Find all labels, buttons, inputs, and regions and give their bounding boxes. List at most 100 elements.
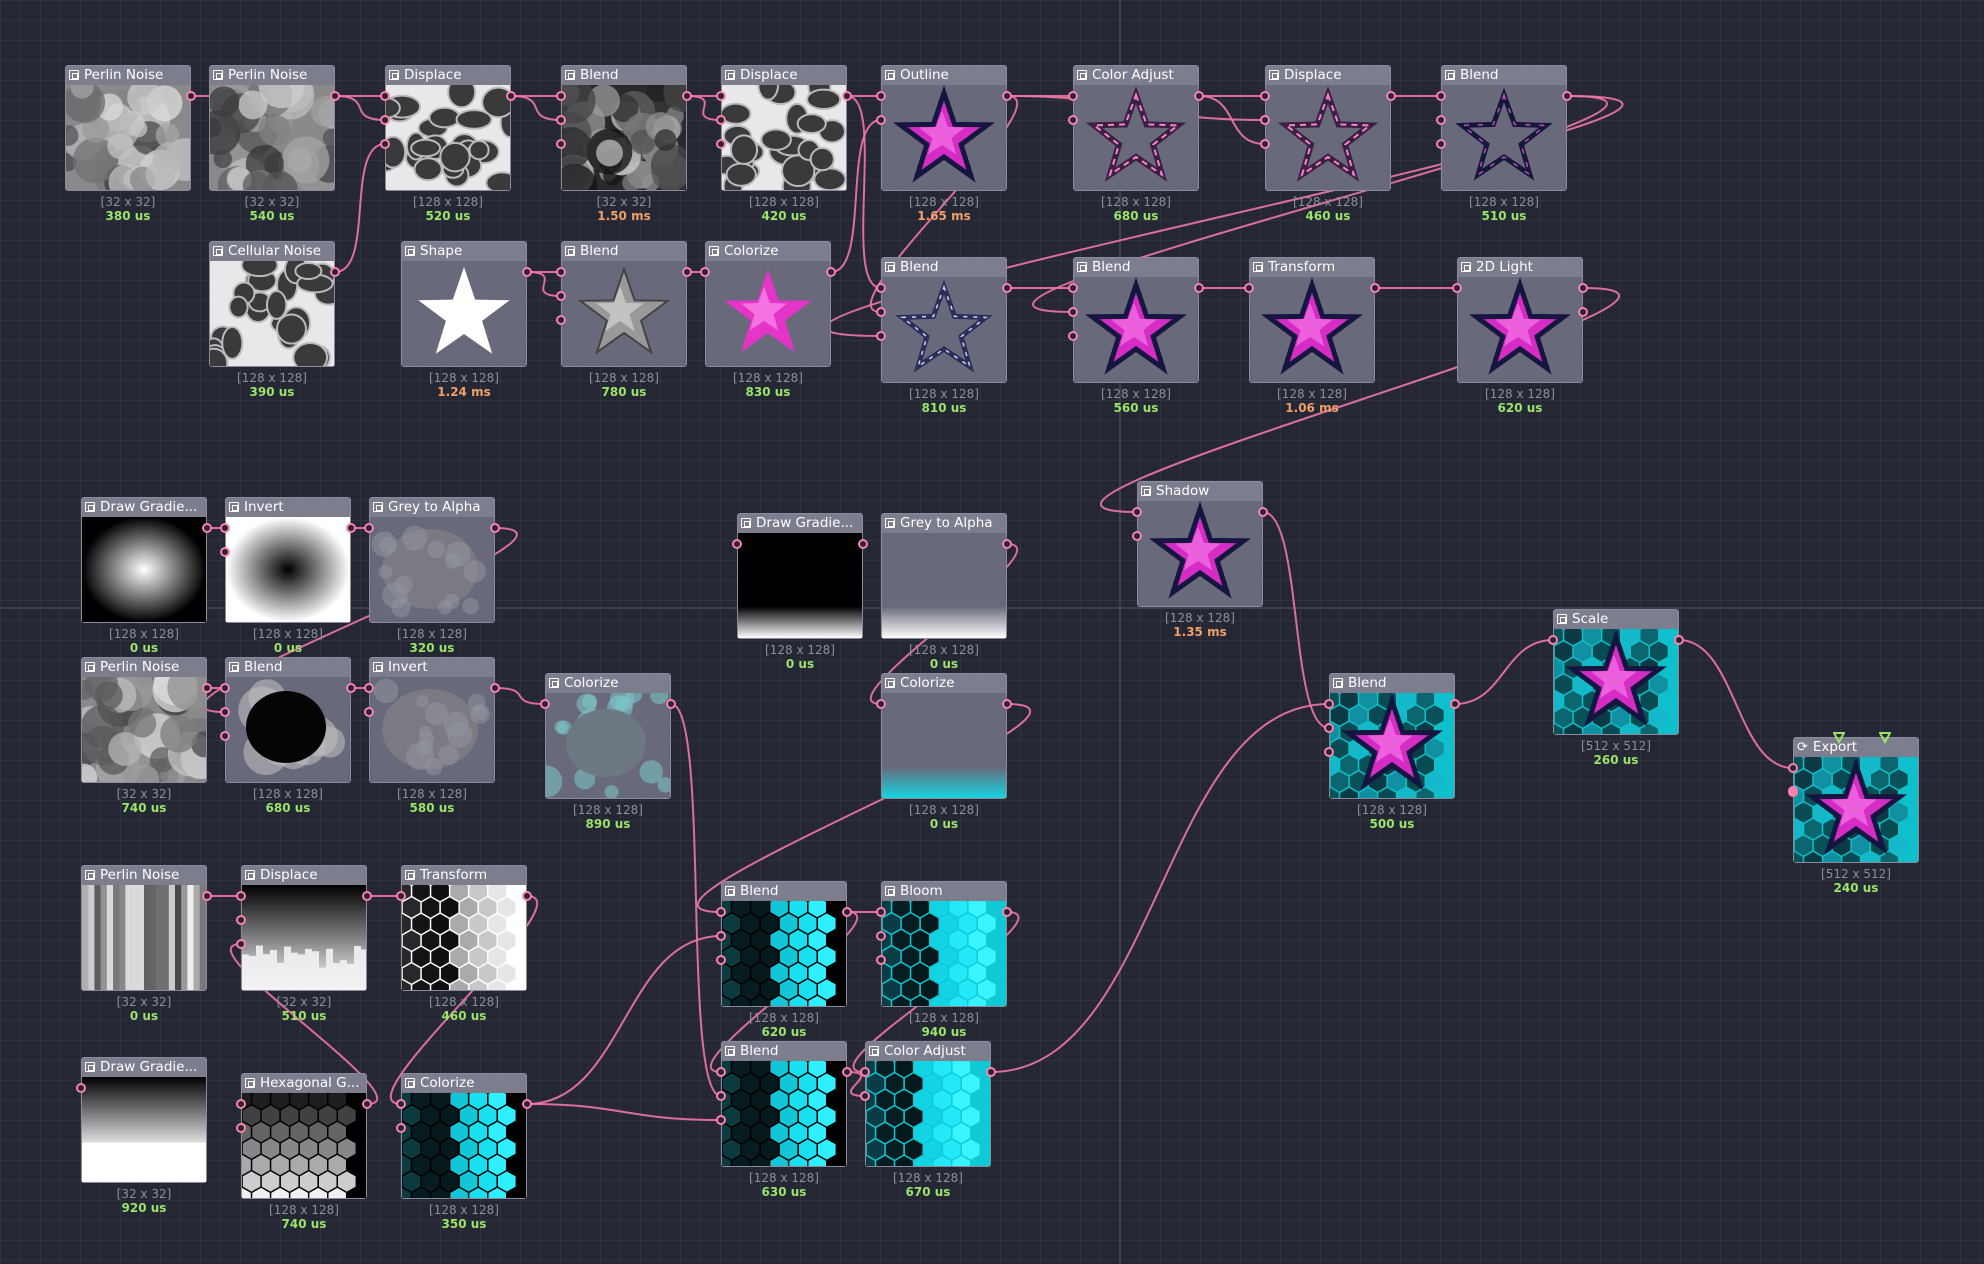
in-port[interactable]	[716, 907, 726, 917]
node-draw-gradient-2[interactable]: Draw Gradie...	[737, 513, 863, 639]
node-header[interactable]: Colorize	[882, 674, 1006, 693]
in-port[interactable]	[1788, 763, 1798, 773]
in-port[interactable]	[1068, 307, 1078, 317]
node-shape[interactable]: Shape	[401, 241, 527, 367]
export-flag-icon[interactable]	[1832, 729, 1846, 745]
out-port[interactable]	[1450, 699, 1460, 709]
out-port[interactable]	[362, 1099, 372, 1109]
out-port[interactable]	[986, 1067, 996, 1077]
in-port[interactable]	[716, 91, 726, 101]
in-port[interactable]	[876, 115, 886, 125]
node-blend-1[interactable]: Blend	[548, 65, 704, 210]
node-grey-to-alpha-2[interactable]: Grey to Alpha	[881, 513, 1007, 639]
node-header[interactable]: Hexagonal G...	[242, 1074, 366, 1093]
node-header[interactable]: Displace	[242, 866, 366, 885]
node-header[interactable]: Perlin Noise	[82, 866, 206, 885]
node-header[interactable]: 2D Light	[1458, 258, 1582, 277]
in-port[interactable]	[1260, 91, 1270, 101]
node-blend-6[interactable]: Blend	[225, 657, 351, 783]
out-port[interactable]	[1674, 635, 1684, 645]
node-header[interactable]: Invert	[370, 658, 494, 677]
node-outline[interactable]: Outline	[881, 65, 1007, 191]
out-port[interactable]	[842, 907, 852, 917]
out-port[interactable]	[330, 267, 340, 277]
in-port[interactable]	[876, 331, 886, 341]
in-port[interactable]	[1324, 699, 1334, 709]
node-header[interactable]: Displace	[386, 66, 510, 85]
in-port[interactable]	[396, 1099, 406, 1109]
in-port[interactable]	[1324, 747, 1334, 757]
in-port[interactable]	[380, 91, 390, 101]
in-port[interactable]	[716, 931, 726, 941]
node-header[interactable]: Perlin Noise	[210, 66, 334, 85]
in-port[interactable]	[1260, 139, 1270, 149]
in-port[interactable]	[1436, 91, 1446, 101]
node-perlin-noise-3[interactable]: Perlin Noise	[65, 657, 224, 794]
in-port[interactable]	[876, 907, 886, 917]
node-header[interactable]: Blend	[882, 258, 1006, 277]
in-port[interactable]	[716, 1067, 726, 1077]
out-port[interactable]	[842, 91, 852, 101]
in-port[interactable]	[76, 1083, 86, 1093]
node-header[interactable]: Shadow	[1138, 482, 1262, 501]
in-port[interactable]	[716, 955, 726, 965]
node-displace-1[interactable]: Displace	[371, 65, 521, 195]
in-port[interactable]	[364, 683, 374, 693]
node-blend-9[interactable]: Blend	[1321, 673, 1455, 809]
in-port[interactable]	[236, 1099, 246, 1109]
in-port[interactable]	[1068, 115, 1078, 125]
node-header[interactable]: Colorize	[706, 242, 830, 261]
node-blend-7[interactable]: Blend	[713, 881, 847, 1017]
out-port[interactable]	[1002, 539, 1012, 549]
in-port[interactable]	[396, 891, 406, 901]
node-draw-gradient-3[interactable]: Draw Gradie...	[81, 1057, 207, 1183]
in-port[interactable]	[716, 1091, 726, 1101]
node-header[interactable]: Grey to Alpha	[882, 514, 1006, 533]
node-header[interactable]: Grey to Alpha	[370, 498, 494, 517]
out-port[interactable]	[1578, 307, 1588, 317]
out-port[interactable]	[842, 1067, 852, 1077]
node-header[interactable]: Colorize	[402, 1074, 526, 1093]
in-port[interactable]	[220, 523, 230, 533]
export-flag-icon[interactable]	[1878, 729, 1892, 745]
in-port[interactable]	[732, 539, 742, 549]
out-port[interactable]	[186, 91, 196, 101]
in-port[interactable]	[556, 91, 566, 101]
in-port[interactable]	[860, 1091, 870, 1101]
out-port[interactable]	[1386, 91, 1396, 101]
node-light-2d[interactable]: 2D Light	[1457, 257, 1583, 383]
out-port[interactable]	[522, 891, 532, 901]
node-blend-3[interactable]: Blend	[561, 241, 687, 367]
node-cellular-noise[interactable]: Cellular Noise	[199, 241, 344, 379]
in-port[interactable]	[556, 139, 566, 149]
in-port[interactable]	[556, 115, 566, 125]
out-port[interactable]	[330, 91, 340, 101]
out-port[interactable]	[522, 1099, 532, 1109]
in-port[interactable]	[396, 1123, 406, 1133]
node-header[interactable]: Perlin Noise	[82, 658, 206, 677]
in-port[interactable]	[1068, 331, 1078, 341]
in-port[interactable]	[716, 1115, 726, 1125]
in-port[interactable]	[876, 955, 886, 965]
out-port[interactable]	[1578, 283, 1588, 293]
node-header[interactable]: Transform	[1250, 258, 1374, 277]
out-port[interactable]	[1002, 907, 1012, 917]
node-invert-1[interactable]: Invert	[225, 497, 351, 623]
node-blend-8[interactable]: Blend	[713, 1041, 847, 1177]
in-port[interactable]	[364, 523, 374, 533]
out-port[interactable]	[1194, 283, 1204, 293]
node-header[interactable]: Color Adjust	[866, 1042, 990, 1061]
node-colorize-3[interactable]: Colorize	[881, 673, 1007, 799]
in-port[interactable]	[236, 1123, 246, 1133]
node-header[interactable]: Blend	[722, 882, 846, 901]
node-header[interactable]: Blend	[1330, 674, 1454, 693]
in-port[interactable]	[860, 1067, 870, 1077]
out-port[interactable]	[1370, 283, 1380, 293]
out-port[interactable]	[1002, 699, 1012, 709]
out-port[interactable]	[1194, 91, 1204, 101]
node-header[interactable]: Colorize	[546, 674, 670, 693]
node-color-adjust-1[interactable]: Color Adjust	[1073, 65, 1199, 191]
node-transform-2[interactable]: Transform	[393, 865, 527, 1001]
node-header[interactable]: Scale	[1554, 610, 1678, 629]
out-port[interactable]	[490, 523, 500, 533]
